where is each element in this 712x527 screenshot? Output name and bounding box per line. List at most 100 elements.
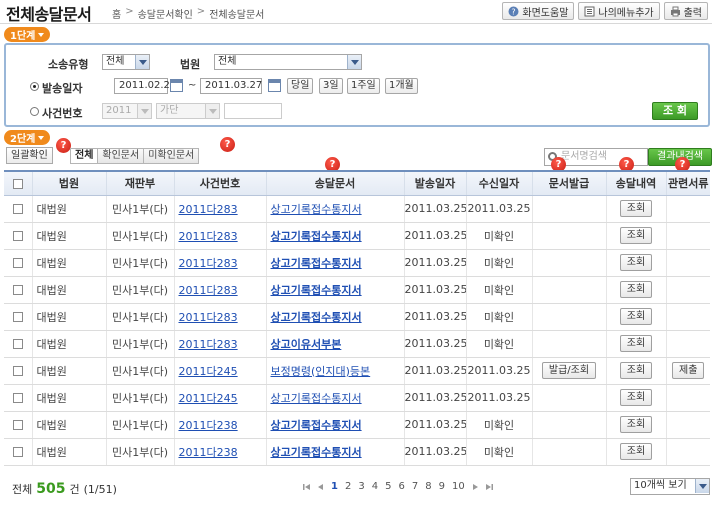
case-number-radio[interactable] xyxy=(30,107,39,116)
row-checkbox[interactable] xyxy=(12,447,23,457)
document-link[interactable]: 상고기록접수통지서 xyxy=(271,419,362,432)
page-number[interactable]: 10 xyxy=(452,481,465,492)
delivery-detail-button[interactable]: 조회 xyxy=(619,227,653,244)
case-number-link[interactable]: 2011다283 xyxy=(179,338,238,351)
document-link[interactable]: 상고기록접수통지서 xyxy=(271,446,362,459)
calendar-icon[interactable] xyxy=(170,79,183,92)
date-from-input[interactable]: 2011.02.26 xyxy=(114,78,176,94)
quick-today-button[interactable]: 당일 xyxy=(287,78,314,94)
help-icon[interactable]: ? xyxy=(56,138,71,153)
received-date-cell: 2011.03.25 xyxy=(465,384,532,412)
add-my-menu-button[interactable]: 나의메뉴추가 xyxy=(578,2,660,20)
case-number-link[interactable]: 2011다283 xyxy=(179,203,238,216)
column-header[interactable]: 수신일자 xyxy=(465,170,532,196)
delivery-detail-button[interactable]: 조회 xyxy=(619,335,653,352)
case-number-link[interactable]: 2011다245 xyxy=(179,392,238,405)
page-number[interactable]: 1 xyxy=(331,481,338,492)
case-number-input[interactable] xyxy=(224,103,282,119)
column-header[interactable]: 사건번호 xyxy=(173,170,266,196)
tab-all[interactable]: 전체 xyxy=(70,148,99,164)
case-year-select[interactable]: 2011 xyxy=(102,103,152,119)
row-checkbox[interactable] xyxy=(12,420,23,430)
prev-page-icon[interactable] xyxy=(318,483,324,491)
case-number-link[interactable]: 2011다238 xyxy=(179,419,238,432)
next-page-icon[interactable] xyxy=(472,483,478,491)
help-button[interactable]: ? 화면도움말 xyxy=(502,2,575,20)
quick-3days-button[interactable]: 3일 xyxy=(319,78,343,94)
bulk-confirm-button[interactable]: 일괄확인 xyxy=(6,147,53,164)
page-number[interactable]: 4 xyxy=(372,481,378,492)
row-checkbox[interactable] xyxy=(12,339,23,349)
column-header[interactable]: 송달문서 xyxy=(265,170,404,196)
document-link[interactable]: 상고기록접수통지서 xyxy=(271,230,362,243)
page-number[interactable]: 7 xyxy=(412,481,418,492)
first-page-icon[interactable] xyxy=(303,483,311,491)
submit-related-button[interactable]: 제출 xyxy=(672,362,705,379)
case-kind-select[interactable]: 가단 xyxy=(156,103,220,119)
row-checkbox[interactable] xyxy=(12,285,23,295)
sent-date-cell: 2011.03.25 xyxy=(403,195,466,223)
case-type-select[interactable]: 전체 xyxy=(102,54,150,70)
tab-unconfirmed[interactable]: 미확인문서 xyxy=(143,148,200,164)
case-number-link[interactable]: 2011다283 xyxy=(179,257,238,270)
column-header[interactable]: 재판부 xyxy=(105,170,174,196)
issue-view-button[interactable]: 발급/조회 xyxy=(541,362,597,379)
case-number-link[interactable]: 2011다238 xyxy=(179,446,238,459)
delivery-detail-button[interactable]: 조회 xyxy=(619,254,653,271)
row-checkbox[interactable] xyxy=(12,204,23,214)
document-link[interactable]: 상고이유서부본 xyxy=(271,338,342,351)
delivery-detail-button[interactable]: 조회 xyxy=(619,389,653,406)
page-number[interactable]: 2 xyxy=(345,481,351,492)
chevron-down-icon xyxy=(347,55,361,69)
document-link[interactable]: 보정명령(인지대)등본 xyxy=(271,365,371,378)
document-link[interactable]: 상고기록접수통지서 xyxy=(271,203,362,216)
department-cell: 민사1부(다) xyxy=(105,222,174,250)
delivery-detail-button[interactable]: 조회 xyxy=(619,362,653,379)
step2-badge[interactable]: 2단계 xyxy=(4,130,51,145)
quick-1week-button[interactable]: 1주일 xyxy=(347,78,380,94)
court-select[interactable]: 전체 xyxy=(214,54,362,70)
breadcrumb-home[interactable]: 홈 xyxy=(112,6,121,21)
select-all-checkbox[interactable] xyxy=(12,178,23,189)
page-number[interactable]: 5 xyxy=(385,481,391,492)
row-checkbox[interactable] xyxy=(12,366,23,376)
case-number-link[interactable]: 2011다283 xyxy=(179,230,238,243)
tab-confirmed[interactable]: 확인문서 xyxy=(97,148,145,164)
last-page-icon[interactable] xyxy=(485,483,493,491)
page-number[interactable]: 6 xyxy=(398,481,404,492)
row-checkbox[interactable] xyxy=(12,231,23,241)
per-page-select[interactable]: 10개씩 보기 xyxy=(630,478,710,495)
quick-1month-button[interactable]: 1개월 xyxy=(385,78,418,94)
page-number[interactable]: 3 xyxy=(358,481,364,492)
column-header[interactable]: 송달내역 xyxy=(605,170,666,196)
delivery-detail-button[interactable]: 조회 xyxy=(619,416,653,433)
row-checkbox[interactable] xyxy=(12,258,23,268)
document-link[interactable]: 상고기록접수통지서 xyxy=(271,284,362,297)
case-number-link[interactable]: 2011다283 xyxy=(179,311,238,324)
case-number-link[interactable]: 2011다283 xyxy=(179,284,238,297)
delivery-detail-button[interactable]: 조회 xyxy=(619,443,653,460)
delivery-detail-button[interactable]: 조회 xyxy=(619,200,653,217)
step1-badge[interactable]: 1단계 xyxy=(4,27,51,42)
case-number-link[interactable]: 2011다245 xyxy=(179,365,238,378)
date-to-input[interactable]: 2011.03.27 xyxy=(200,78,262,94)
column-header[interactable]: 문서발급 xyxy=(531,170,606,196)
calendar-icon[interactable] xyxy=(268,79,281,92)
help-icon[interactable]: ? xyxy=(220,137,235,152)
page-number[interactable]: 9 xyxy=(439,481,445,492)
document-link[interactable]: 상고기록접수통지서 xyxy=(271,311,362,324)
document-link[interactable]: 상고기록접수통지서 xyxy=(271,392,362,405)
column-header[interactable]: 관련서류 xyxy=(665,170,710,196)
column-header[interactable]: 법원 xyxy=(31,170,106,196)
breadcrumb-item[interactable]: 송달문서확인 xyxy=(138,6,193,21)
column-header[interactable]: 발송일자 xyxy=(403,170,466,196)
print-button[interactable]: 출력 xyxy=(663,2,708,20)
page-number[interactable]: 8 xyxy=(425,481,431,492)
date-radio[interactable] xyxy=(30,82,39,91)
delivery-detail-button[interactable]: 조회 xyxy=(619,308,653,325)
search-submit-button[interactable]: 조 회 xyxy=(652,102,698,120)
delivery-detail-button[interactable]: 조회 xyxy=(619,281,653,298)
document-link[interactable]: 상고기록접수통지서 xyxy=(271,257,362,270)
row-checkbox[interactable] xyxy=(12,393,23,403)
row-checkbox[interactable] xyxy=(12,312,23,322)
